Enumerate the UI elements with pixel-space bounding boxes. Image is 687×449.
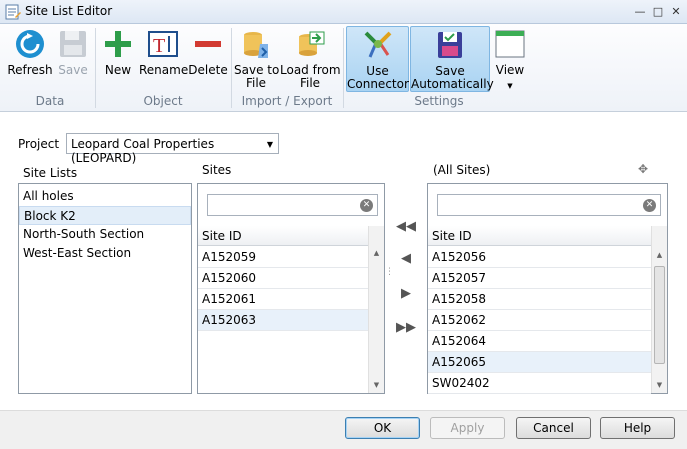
refresh-button[interactable]: Refresh	[6, 26, 54, 92]
save-to-file-button[interactable]: Save to File	[234, 26, 279, 92]
save-to-file-icon	[244, 32, 268, 58]
plus-icon	[105, 31, 131, 57]
site-lists-list: All holes Block K2 North-South Section W…	[19, 184, 191, 263]
project-select[interactable]: Leopard Coal Properties (LEOPARD) ▼	[66, 133, 279, 165]
table-row[interactable]: SW02402	[428, 373, 651, 394]
svg-text:T: T	[153, 35, 165, 57]
view-window-icon	[495, 30, 525, 58]
help-button[interactable]: Help	[600, 417, 675, 439]
list-item[interactable]: All holes	[19, 187, 191, 206]
all-sites-scrollbar[interactable]: ▲ ▼	[651, 226, 667, 393]
group-label-import-export: Import / Export	[241, 94, 333, 108]
table-row[interactable]: A152058	[428, 289, 651, 310]
group-label-settings: Settings	[414, 94, 464, 108]
project-value: Leopard Coal Properties (LEOPARD)	[71, 137, 215, 165]
ok-button[interactable]: OK	[345, 417, 420, 439]
group-label-data: Data	[35, 94, 65, 108]
table-row[interactable]: A152056	[428, 247, 651, 268]
table-row[interactable]: A152065	[428, 352, 651, 373]
app-icon	[5, 4, 21, 20]
table-row[interactable]: A152060	[198, 268, 368, 289]
list-item[interactable]: North-South Section	[19, 225, 191, 244]
clear-icon[interactable]: ✕	[360, 199, 373, 212]
save-check-icon	[438, 32, 462, 58]
list-item[interactable]: Block K2	[19, 206, 191, 225]
cancel-button[interactable]: Cancel	[516, 417, 591, 439]
minimize-icon[interactable]: —	[633, 5, 647, 19]
sites-scrollbar[interactable]: ▲ ▼	[368, 226, 384, 393]
new-button[interactable]: New	[102, 26, 134, 92]
use-connector-toggle[interactable]: Use Connector	[346, 26, 409, 92]
table-row[interactable]: A152057	[428, 268, 651, 289]
save-button[interactable]: Save	[56, 26, 90, 92]
title-bar: Site List Editor — □ ✕	[0, 0, 687, 24]
load-from-file-icon	[299, 31, 325, 56]
remove-all-button[interactable]: ▶▶	[395, 320, 417, 336]
project-label: Project	[18, 137, 60, 151]
table-row[interactable]: A152062	[428, 310, 651, 331]
clear-icon[interactable]: ✕	[643, 199, 656, 212]
scroll-down-icon[interactable]: ▼	[652, 378, 667, 392]
rename-button[interactable]: T Rename	[139, 26, 188, 92]
scroll-thumb[interactable]	[654, 266, 665, 364]
maximize-icon[interactable]: □	[651, 5, 665, 19]
scroll-up-icon[interactable]: ▲	[652, 248, 667, 262]
site-lists-panel: All holes Block K2 North-South Section W…	[18, 183, 192, 394]
splitter-grip[interactable]: ⋮	[385, 268, 394, 277]
add-selected-button[interactable]: ◀	[395, 251, 417, 267]
sites-rows: A152059 A152060 A152061 A152063	[198, 247, 368, 331]
floppy-disk-icon	[60, 31, 86, 57]
remove-selected-button[interactable]: ▶	[395, 286, 417, 302]
table-row[interactable]: A152063	[198, 310, 368, 331]
window-title: Site List Editor	[25, 4, 113, 18]
sites-search-input[interactable]: ✕	[207, 194, 378, 216]
sites-column-header[interactable]: Site ID	[198, 226, 368, 246]
chevron-down-icon: ▼	[266, 140, 273, 149]
sites-label: Sites	[202, 163, 232, 177]
delete-button[interactable]: Delete	[188, 26, 228, 92]
table-row[interactable]: A152059	[198, 247, 368, 268]
all-sites-search-input[interactable]: ✕	[437, 194, 661, 216]
table-row[interactable]: A152064	[428, 331, 651, 352]
all-sites-column-header[interactable]: Site ID	[428, 226, 651, 246]
group-label-object: Object	[143, 94, 183, 108]
view-dropdown[interactable]: View ▼	[493, 26, 527, 92]
load-from-file-button[interactable]: Load from File	[280, 26, 341, 92]
all-sites-rows: A152056 A152057 A152058 A152062 A152064 …	[428, 247, 651, 394]
close-icon[interactable]: ✕	[669, 5, 683, 19]
site-lists-label: Site Lists	[23, 166, 78, 180]
chevron-down-icon: ▼	[507, 82, 513, 90]
apply-button[interactable]: Apply	[430, 417, 505, 439]
connector-icon	[364, 31, 391, 58]
scroll-up-icon[interactable]: ▲	[369, 246, 384, 260]
drag-handle-icon[interactable]: ✥	[638, 162, 648, 176]
list-item[interactable]: West-East Section	[19, 244, 191, 263]
table-row[interactable]: A152061	[198, 289, 368, 310]
all-sites-label: (All Sites)	[433, 163, 491, 177]
rename-icon: T	[148, 31, 178, 57]
ribbon: Refresh Save New T Rename Delete Save to…	[0, 24, 687, 112]
scroll-down-icon[interactable]: ▼	[369, 378, 384, 392]
save-automatically-toggle[interactable]: Save Automatically	[410, 26, 494, 92]
refresh-icon	[16, 30, 44, 58]
add-all-button[interactable]: ◀◀	[395, 219, 417, 235]
minus-icon	[195, 41, 221, 47]
